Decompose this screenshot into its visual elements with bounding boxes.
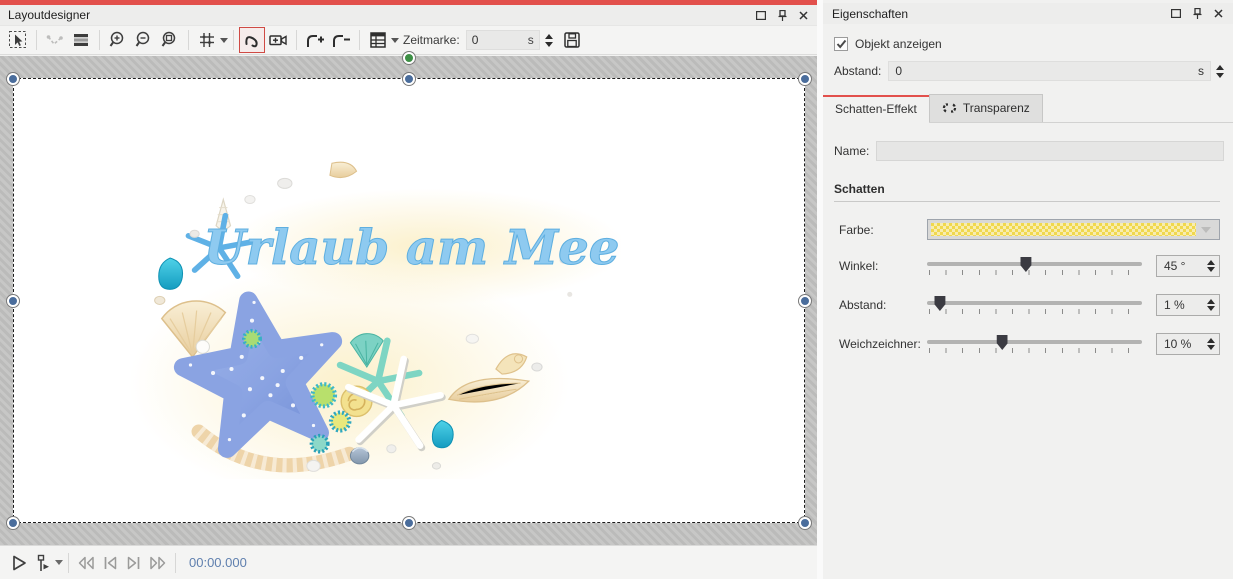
zoom-in-icon[interactable] — [105, 27, 131, 53]
maximize-icon[interactable] — [755, 9, 767, 21]
rewind-icon[interactable] — [74, 551, 98, 575]
design-stage[interactable]: Urlaub am Meer — [0, 56, 817, 545]
farbe-label: Farbe: — [839, 223, 927, 237]
keyframe-add-icon[interactable] — [302, 27, 328, 53]
zoom-fit-icon[interactable] — [157, 27, 183, 53]
show-object-row: Objekt anzeigen — [834, 37, 1233, 51]
weichzeichner-label: Weichzeichner: — [839, 337, 927, 351]
layout-designer-panel: Layoutdesigner — [0, 0, 817, 579]
weichzeichner-value-input[interactable]: 10 % — [1156, 333, 1220, 355]
skip-to-end-icon[interactable] — [122, 551, 146, 575]
resize-handle-bottom-right[interactable] — [799, 517, 811, 529]
abstand-slider[interactable] — [927, 292, 1142, 318]
transport-separator — [175, 553, 176, 573]
resize-handle-top-center[interactable] — [403, 73, 415, 85]
effect-tabs: Schatten-Effekt Transparenz — [823, 94, 1233, 123]
tab-schatten-effekt[interactable]: Schatten-Effekt — [823, 95, 929, 123]
zeitmarke-spinner[interactable] — [545, 34, 553, 47]
winkel-slider[interactable] — [927, 253, 1142, 279]
name-label: Name: — [834, 144, 869, 158]
show-object-label: Objekt anzeigen — [855, 37, 942, 51]
toolbar-separator — [359, 30, 360, 50]
resize-handle-bottom-left[interactable] — [7, 517, 19, 529]
toolbar-separator — [188, 30, 189, 50]
toolbar-separator — [233, 30, 234, 50]
name-input[interactable] — [876, 141, 1224, 161]
abstand-time-row: Abstand: 0 s — [834, 61, 1224, 81]
transparency-icon — [942, 101, 957, 115]
farbe-row: Farbe: — [839, 219, 1220, 240]
close-icon[interactable] — [797, 9, 809, 21]
pin-icon[interactable] — [776, 9, 788, 21]
table-view-icon[interactable] — [365, 27, 391, 53]
designer-toolbar: Zeitmarke: 0 s — [0, 25, 817, 55]
weichzeichner-row: Weichzeichner: 10 % — [839, 331, 1220, 357]
save-icon[interactable] — [559, 27, 585, 53]
abstand-value-input[interactable]: 1 % — [1156, 294, 1220, 316]
abstand-spinner[interactable] — [1207, 299, 1215, 311]
zeitmarke-label: Zeitmarke: — [403, 33, 460, 47]
winkel-row: Winkel: 45 ° — [839, 253, 1220, 279]
abstand-time-input[interactable]: 0 s — [888, 61, 1211, 81]
show-object-checkbox[interactable] — [834, 37, 848, 51]
tab-transparenz[interactable]: Transparenz — [929, 94, 1043, 122]
grid-icon[interactable] — [194, 27, 220, 53]
abstand-time-spinner[interactable] — [1216, 65, 1224, 78]
grid-dropdown-icon[interactable] — [220, 38, 228, 43]
zeitmarke-input[interactable]: 0 s — [466, 30, 540, 50]
layers-icon[interactable] — [68, 27, 94, 53]
curve-tool-icon[interactable] — [239, 27, 265, 53]
play-options-dropdown-icon[interactable] — [55, 560, 63, 565]
artwork-title-text: Urlaub am Meer — [204, 220, 621, 276]
toolbar-separator — [296, 30, 297, 50]
weichzeichner-spinner[interactable] — [1207, 338, 1215, 350]
pin-icon[interactable] — [1191, 8, 1203, 20]
resize-handle-middle-right[interactable] — [799, 295, 811, 307]
fast-forward-icon[interactable] — [146, 551, 170, 575]
play-icon[interactable] — [7, 551, 31, 575]
name-row: Name: — [834, 141, 1224, 161]
properties-panel: Eigenschaften Objekt anzeigen Abstand: 0… — [823, 0, 1233, 579]
smooth-curve-icon[interactable] — [42, 27, 68, 53]
panel-title: Eigenschaften — [832, 7, 908, 21]
winkel-label: Winkel: — [839, 259, 927, 273]
shadow-color-picker[interactable] — [927, 219, 1220, 240]
zoom-out-icon[interactable] — [131, 27, 157, 53]
resize-handle-top-left[interactable] — [7, 73, 19, 85]
resize-handle-bottom-center[interactable] — [403, 517, 415, 529]
slide-canvas[interactable]: Urlaub am Meer — [13, 78, 805, 523]
properties-titlebar: Eigenschaften — [823, 3, 1233, 24]
abstand-label: Abstand: — [839, 298, 927, 312]
table-view-dropdown-icon[interactable] — [391, 38, 399, 43]
color-dropdown-icon — [1201, 227, 1211, 233]
play-from-timemarker-icon[interactable] — [31, 551, 55, 575]
panel-title: Layoutdesigner — [8, 8, 90, 22]
abstand-row: Abstand: 1 % — [839, 292, 1220, 318]
transport-separator — [68, 553, 69, 573]
schatten-section-title: Schatten — [834, 182, 1220, 202]
shadow-color-swatch — [931, 223, 1196, 236]
resize-handle-middle-left[interactable] — [7, 295, 19, 307]
keyframe-remove-icon[interactable] — [328, 27, 354, 53]
maximize-icon[interactable] — [1170, 8, 1182, 20]
timecode-display: 00:00.000 — [189, 555, 247, 570]
skip-to-start-icon[interactable] — [98, 551, 122, 575]
layout-designer-titlebar: Layoutdesigner — [0, 5, 817, 25]
camera-icon[interactable] — [265, 27, 291, 53]
toolbar-separator — [99, 30, 100, 50]
winkel-spinner[interactable] — [1207, 260, 1215, 272]
select-tool-icon[interactable] — [5, 27, 31, 53]
abstand-time-label: Abstand: — [834, 64, 881, 78]
weichzeichner-slider[interactable] — [927, 331, 1142, 357]
beach-artwork[interactable]: Urlaub am Meer — [129, 141, 621, 479]
transport-bar: 00:00.000 — [0, 545, 817, 579]
close-icon[interactable] — [1212, 8, 1224, 20]
rotate-handle[interactable] — [403, 52, 415, 64]
toolbar-separator — [36, 30, 37, 50]
resize-handle-top-right[interactable] — [799, 73, 811, 85]
winkel-value-input[interactable]: 45 ° — [1156, 255, 1220, 277]
